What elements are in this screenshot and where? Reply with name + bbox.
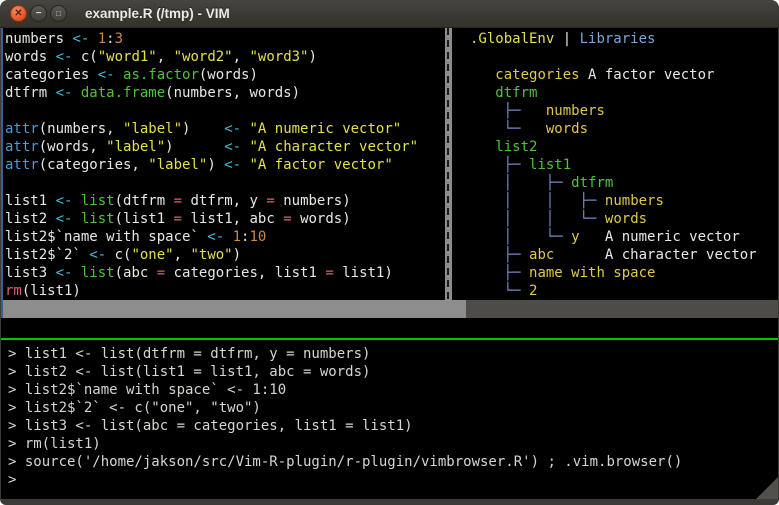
text-line: attr(numbers, "label") <- "A numeric vec…	[5, 120, 445, 138]
maximize-icon: □	[56, 10, 61, 18]
text-line: list1 <- list(dtfrm = dtfrm, y = numbers…	[5, 192, 445, 210]
text-line: categories <- as.factor(words)	[5, 66, 445, 84]
titlebar[interactable]: ✕ − □ example.R (/tmp) - VIM	[0, 0, 779, 28]
text-line: attr(words, "label") <- "A character vec…	[5, 138, 445, 156]
text-line: dtfrm	[470, 84, 778, 102]
text-line: > list1 <- list(dtfrm = dtfrm, y = numbe…	[8, 345, 778, 363]
resize-grip-icon[interactable]	[756, 477, 778, 499]
text-line: > list2$`2` <- c("one", "two")	[8, 399, 778, 417]
text-line: > list3 <- list(abc = categories, list1 …	[8, 417, 778, 435]
text-line: >	[8, 471, 778, 489]
text-line	[470, 48, 778, 66]
close-button[interactable]: ✕	[10, 5, 27, 22]
maximize-button[interactable]: □	[50, 5, 67, 22]
text-line: words <- c("word1", "word2", "word3")	[5, 48, 445, 66]
text-line: │ │ ├─ numbers	[470, 192, 778, 210]
statusline-object-browser: Object_Browser 8,1 Top	[466, 300, 778, 318]
text-line: │ ├─ dtfrm	[470, 174, 778, 192]
text-line: ├─ abc A character vector	[470, 246, 778, 264]
text-line: ├─ list1	[470, 156, 778, 174]
text-line: ├─ name with space	[470, 264, 778, 282]
text-line: list2$`2` <- c("one", "two")	[5, 246, 445, 264]
text-line: │ └─ y A numeric vector	[470, 228, 778, 246]
text-line: list2 <- list(list1 = list1, abc = words…	[5, 210, 445, 228]
gvim-window: ✕ − □ example.R (/tmp) - VIM numbers <- …	[0, 0, 779, 505]
text-line: numbers <- 1:3	[5, 30, 445, 48]
text-line: rm(list1)	[5, 282, 445, 300]
text-line: list2	[470, 138, 778, 156]
text-line: └─ words	[470, 120, 778, 138]
vim-client-area: numbers <- 1:3words <- c("word1", "word2…	[1, 28, 778, 499]
editor-pane[interactable]: numbers <- 1:3words <- c("word1", "word2…	[1, 28, 445, 300]
text-line: dtfrm <- data.frame(numbers, words)	[5, 84, 445, 102]
text-line: .GlobalEnv | Libraries	[470, 30, 778, 48]
close-icon: ✕	[14, 9, 22, 19]
r-console[interactable]: > list1 <- list(dtfrm = dtfrm, y = numbe…	[1, 318, 778, 499]
console-output: > list1 <- list(dtfrm = dtfrm, y = numbe…	[1, 340, 778, 489]
text-line: └─ 2	[470, 282, 778, 300]
text-line: > list2 <- list(list1 = list1, abc = wor…	[8, 363, 778, 381]
minimize-icon: −	[36, 9, 42, 19]
vertical-split-handle[interactable]	[445, 28, 452, 300]
text-line: attr(categories, "label") <- "A factor v…	[5, 156, 445, 174]
text-line	[5, 102, 445, 120]
text-line: ├─ numbers	[470, 102, 778, 120]
text-line: │ │ └─ words	[470, 210, 778, 228]
text-line	[5, 174, 445, 192]
text-line: list2$`name with space` <- 1:10	[5, 228, 445, 246]
text-line: list3 <- list(abc = categories, list1 = …	[5, 264, 445, 282]
text-line: > list2$`name with space` <- 1:10	[8, 381, 778, 399]
minimize-button[interactable]: −	[30, 5, 47, 22]
text-line: > rm(list1)	[8, 435, 778, 453]
window-title: example.R (/tmp) - VIM	[85, 6, 230, 21]
statusline-editor: example.R [+] 1,1 All	[1, 300, 466, 318]
text-line: categories A factor vector	[470, 66, 778, 84]
text-line: > source('/home/jakson/src/Vim-R-plugin/…	[8, 453, 778, 471]
object-browser-pane[interactable]: .GlobalEnv | Libraries categories A fact…	[452, 28, 778, 300]
